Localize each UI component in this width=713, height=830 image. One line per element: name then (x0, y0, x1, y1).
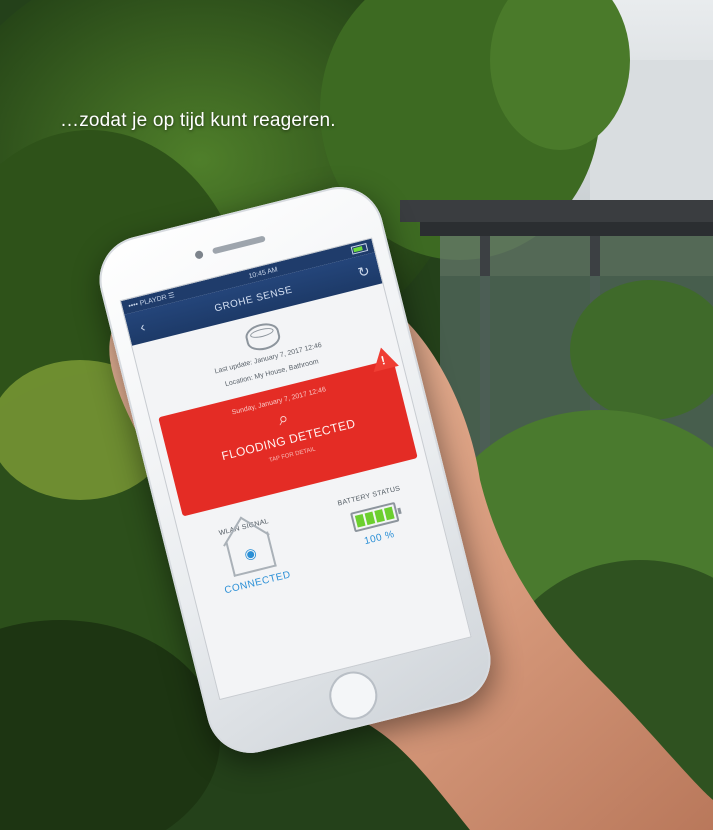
refresh-icon[interactable]: ↻ (356, 262, 373, 281)
battery-cell (364, 511, 375, 526)
battery-cell (373, 509, 385, 523)
status-battery-icon (350, 243, 369, 255)
sensor-device-icon (243, 320, 283, 354)
wlan-status: WLAN SIGNAL ◉ CONNECTED (190, 511, 313, 602)
house-wifi-icon: ◉ (224, 531, 277, 578)
battery-icon (349, 501, 400, 533)
battery-cell (354, 514, 366, 528)
chevron-left-icon[interactable]: ‹ (134, 318, 151, 335)
battery-status: BATTERY STATUS 100 % (315, 480, 438, 571)
battery-cell (383, 506, 395, 521)
caption-text: …zodat je op tijd kunt reageren. (60, 110, 336, 131)
